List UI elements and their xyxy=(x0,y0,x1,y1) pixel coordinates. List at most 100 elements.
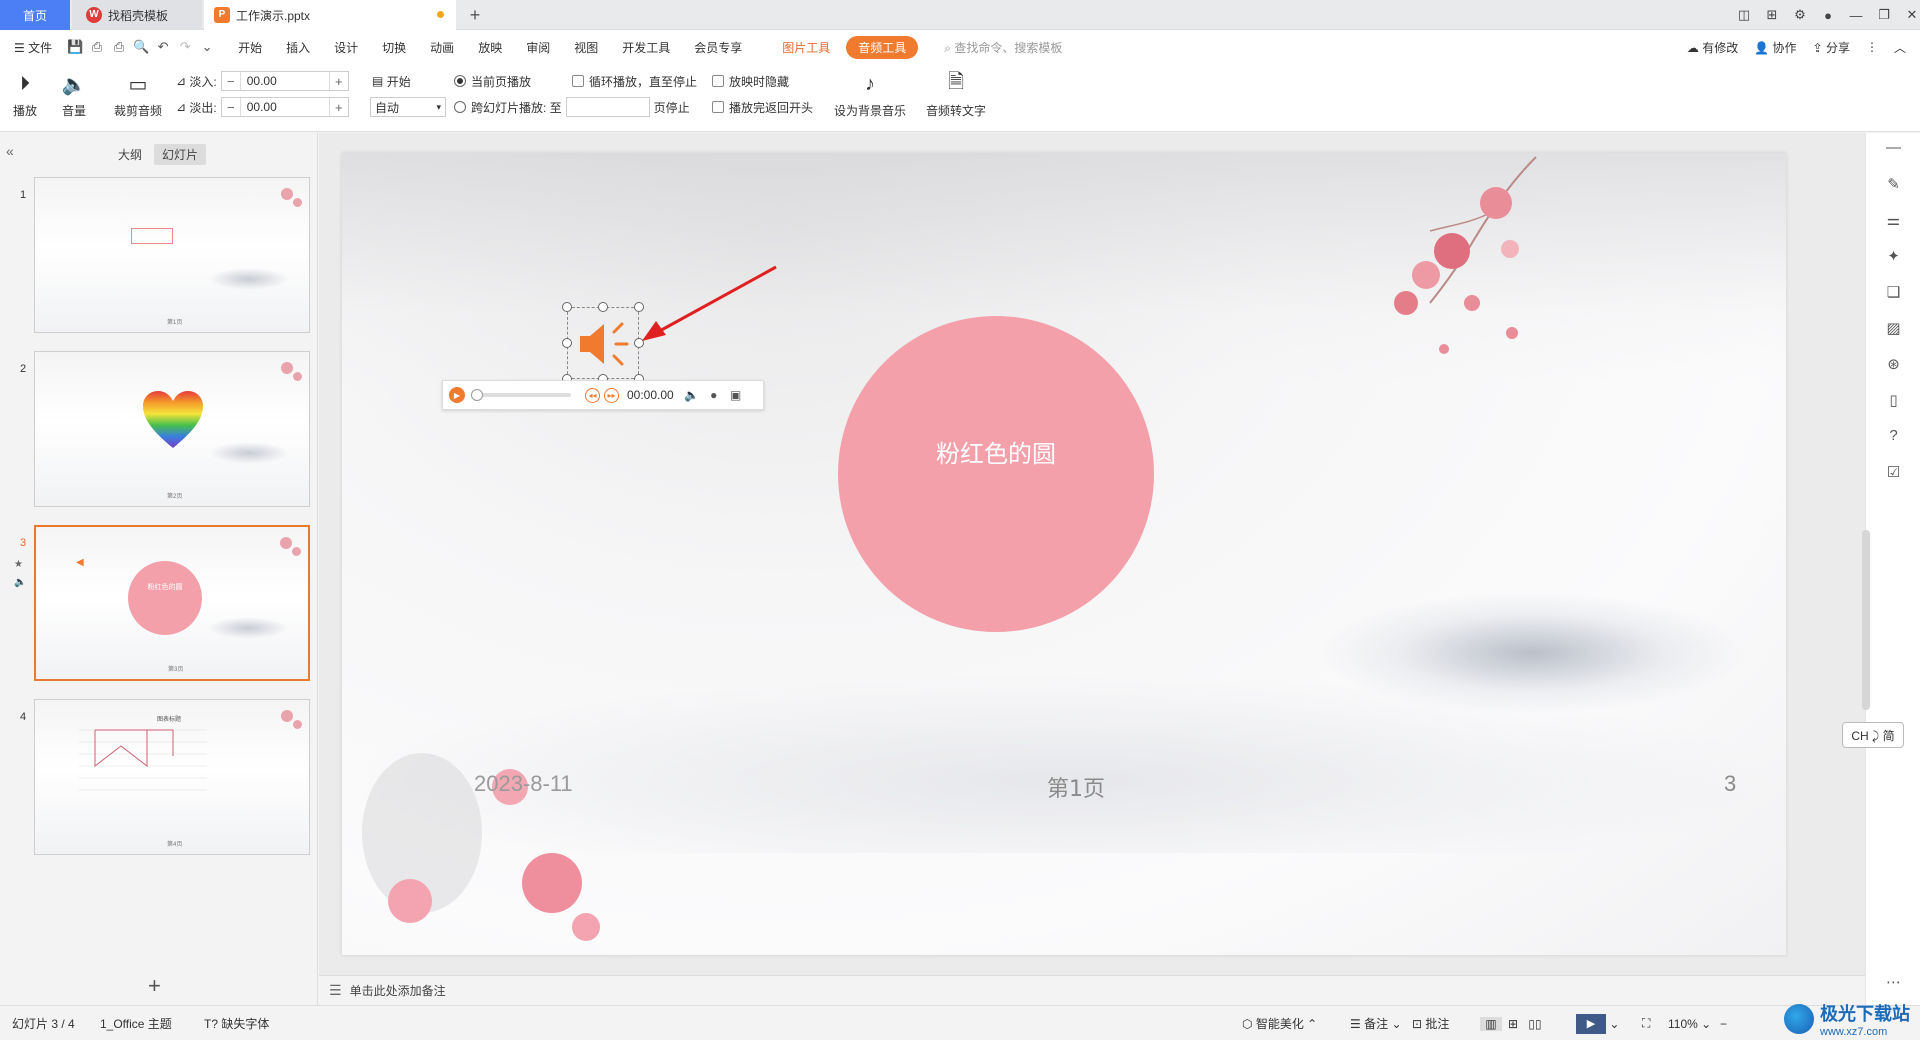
menu-view[interactable]: 视图 xyxy=(562,39,610,56)
hide-when-playing-option[interactable]: 放映时隐藏 xyxy=(712,70,789,92)
fade-in-increment[interactable]: + xyxy=(330,74,348,89)
slide-thumbnail-1[interactable]: 1 第1页 xyxy=(0,177,318,335)
print-icon[interactable]: ⎙ xyxy=(108,39,130,55)
volume-button[interactable]: 🔈 音量 xyxy=(54,70,94,119)
grid-apps-icon[interactable]: ⊞ xyxy=(1758,7,1786,23)
pin-icon[interactable]: ✦ xyxy=(1866,247,1920,265)
slide-thumbnail-3[interactable]: 3 ★ 🔈 ◀ 粉红色的圆 第3页 xyxy=(0,525,318,683)
print-preview-icon[interactable]: 🔍 xyxy=(130,39,152,55)
tab-home[interactable]: 首页 xyxy=(0,0,70,30)
fade-out-increment[interactable]: + xyxy=(330,100,348,115)
audio-to-text-button[interactable]: 🗎 音频转文字 xyxy=(924,70,988,119)
smart-beautify-button[interactable]: ⬡ 智能美化 ⌃ xyxy=(1242,1006,1317,1040)
notes-bar[interactable]: ☰ 单击此处添加备注 xyxy=(319,975,1865,1005)
tab-slides[interactable]: 幻灯片 xyxy=(154,144,207,165)
file-menu[interactable]: ☰ 文件 xyxy=(0,39,64,56)
missing-fonts-button[interactable]: T? 缺失字体 xyxy=(204,1006,269,1040)
menu-developer[interactable]: 开发工具 xyxy=(610,39,682,56)
fade-in-stepper[interactable]: − 00.00 + xyxy=(220,71,349,91)
has-changes-button[interactable]: ☁ 有修改 xyxy=(1679,39,1746,56)
layout-icon[interactable]: ◫ xyxy=(1730,7,1758,23)
normal-view-icon[interactable]: ▥ xyxy=(1480,1016,1502,1031)
command-search[interactable]: ⌕ 查找命令、搜索模板 xyxy=(932,39,1074,56)
slide-preview[interactable]: ◀ 粉红色的圆 第3页 xyxy=(34,525,310,681)
trim-audio-button[interactable]: ▭ 裁剪音频 xyxy=(110,70,166,119)
cross-slide-play-radio[interactable] xyxy=(454,101,466,113)
redo-icon[interactable]: ↷ xyxy=(174,39,196,55)
restore-icon[interactable]: ❐ xyxy=(1870,7,1898,23)
resize-handle-top[interactable] xyxy=(598,302,608,312)
circle-text[interactable]: 粉红色的圆 xyxy=(838,434,1154,469)
player-volume-icon[interactable]: 🔈 xyxy=(684,388,700,402)
pink-circle-shape[interactable]: 粉红色的圆 xyxy=(838,316,1154,632)
loop-play-checkbox[interactable] xyxy=(572,75,584,87)
notes-placeholder[interactable]: 单击此处添加备注 xyxy=(350,982,446,999)
footer-slide-number[interactable]: 3 xyxy=(1724,771,1736,797)
slide-preview[interactable]: 图表标题 第4页 xyxy=(34,699,310,855)
skin-icon[interactable]: ⚙ xyxy=(1786,7,1814,23)
share-button[interactable]: ⇪ 分享 xyxy=(1805,39,1858,56)
menu-member[interactable]: 会员专享 xyxy=(682,39,754,56)
sidebar-collapse-icon[interactable]: — xyxy=(1866,139,1920,156)
collapse-ribbon-icon[interactable]: ︿ xyxy=(1886,39,1920,56)
fade-out-value[interactable]: 00.00 xyxy=(239,98,330,116)
avatar[interactable]: ● xyxy=(1814,8,1842,23)
menu-slideshow[interactable]: 放映 xyxy=(466,39,514,56)
brush-icon[interactable]: ✎ xyxy=(1866,175,1920,193)
collaborate-button[interactable]: 👤 协作 xyxy=(1746,39,1804,56)
audio-object[interactable] xyxy=(562,302,644,384)
rewind-after-option[interactable]: 播放完返回开头 xyxy=(712,96,813,118)
player-popout-icon[interactable]: ▣ xyxy=(728,388,744,402)
undo-icon[interactable]: ↶ xyxy=(152,39,174,55)
player-play-button[interactable]: ▶ xyxy=(449,387,465,403)
menu-review[interactable]: 审阅 xyxy=(514,39,562,56)
fit-window-icon[interactable]: ⛶ xyxy=(1642,1006,1650,1040)
menu-insert[interactable]: 插入 xyxy=(274,39,322,56)
slide-preview[interactable]: 第1页 xyxy=(34,177,310,333)
tab-template[interactable]: W 找稻壳模板 xyxy=(72,0,202,30)
zoom-level[interactable]: 110% ⌄ xyxy=(1668,1006,1711,1040)
fade-out-decrement[interactable]: − xyxy=(222,100,240,115)
comments-button[interactable]: ⊡ 批注 xyxy=(1412,1006,1449,1040)
fade-in-decrement[interactable]: − xyxy=(222,74,240,89)
hide-when-playing-checkbox[interactable] xyxy=(712,75,724,87)
slide-thumbnail-4[interactable]: 4 图表标题 第4页 xyxy=(0,699,318,857)
export-pdf-icon[interactable]: ⎙ xyxy=(86,39,108,55)
tab-document[interactable]: P 工作演示.pptx xyxy=(204,0,456,30)
new-tab-button[interactable]: + xyxy=(460,0,490,30)
current-page-play-radio[interactable] xyxy=(454,75,466,87)
menu-start[interactable]: 开始 xyxy=(226,39,274,56)
close-icon[interactable]: ✕ xyxy=(1898,7,1920,23)
ime-indicator[interactable]: CH ⤸ 简 xyxy=(1842,722,1904,748)
resize-handle-left[interactable] xyxy=(562,338,572,348)
slide-sorter-icon[interactable]: ⊞ xyxy=(1502,1017,1524,1031)
menu-picture-tools[interactable]: 图片工具 xyxy=(770,39,842,56)
resize-handle-top-left[interactable] xyxy=(562,302,572,312)
rewind-after-checkbox[interactable] xyxy=(712,101,724,113)
player-progress-slider[interactable] xyxy=(471,389,571,401)
fade-in-value[interactable]: 00.00 xyxy=(239,72,330,90)
player-forward-button[interactable]: ▸▸ xyxy=(604,387,619,403)
collapse-panel-icon[interactable]: « xyxy=(6,143,14,159)
footer-page-label[interactable]: 第1页 xyxy=(1047,771,1105,803)
menu-transition[interactable]: 切换 xyxy=(370,39,418,56)
adjust-icon[interactable]: ⚌ xyxy=(1866,211,1920,229)
loop-play-option[interactable]: 循环播放，直至停止 xyxy=(572,70,697,92)
menu-animation[interactable]: 动画 xyxy=(418,39,466,56)
more-dots-icon[interactable]: ⋯ xyxy=(1866,973,1920,991)
tab-outline[interactable]: 大纲 xyxy=(110,144,150,165)
cross-slide-play-option[interactable]: 跨幻灯片播放: 至 页停止 xyxy=(454,96,690,118)
fade-out-stepper[interactable]: − 00.00 + xyxy=(220,97,349,117)
zoom-out-button[interactable]: − xyxy=(1720,1006,1727,1040)
save-icon[interactable]: 💾 xyxy=(64,39,86,55)
play-button[interactable]: ⏵ 播放 xyxy=(8,70,42,119)
add-slide-button[interactable]: + xyxy=(148,973,161,999)
minimize-icon[interactable]: — xyxy=(1842,8,1870,23)
set-bg-music-button[interactable]: ♪ 设为背景音乐 xyxy=(832,70,908,119)
location-icon[interactable]: ⊛ xyxy=(1866,355,1920,373)
reading-view-icon[interactable]: ▯▯ xyxy=(1524,1017,1546,1031)
current-page-play-option[interactable]: 当前页播放 xyxy=(454,70,531,92)
copy-icon[interactable]: ❏ xyxy=(1866,283,1920,301)
vertical-scrollbar[interactable] xyxy=(1862,530,1870,710)
notes-toggle-button[interactable]: ☰ 备注 ⌄ xyxy=(1350,1006,1402,1040)
